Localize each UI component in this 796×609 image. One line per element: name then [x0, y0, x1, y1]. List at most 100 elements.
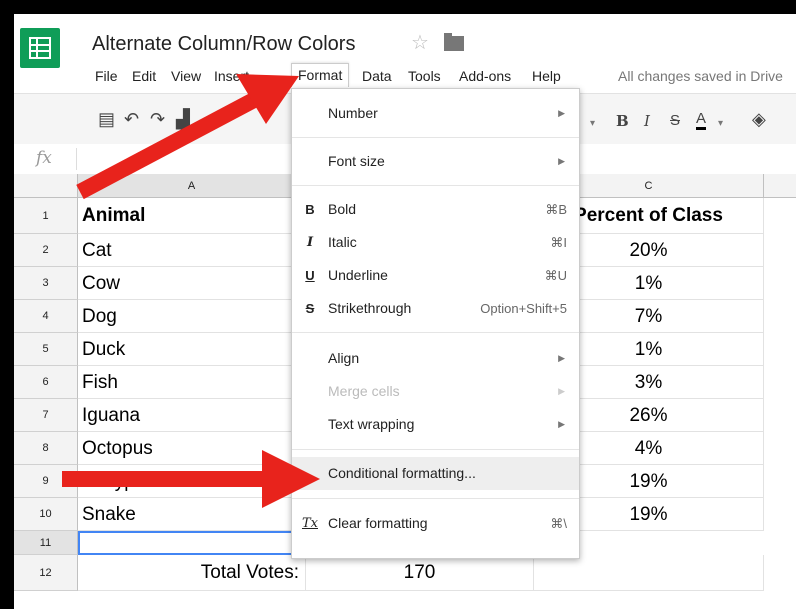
row-header-5[interactable]: 5	[14, 333, 78, 366]
shortcut-label: ⌘U	[544, 268, 567, 283]
paint-format-icon[interactable]: ▟	[176, 109, 190, 129]
strikethrough-button[interactable]: S	[670, 111, 680, 131]
column-header-a[interactable]: A	[78, 174, 306, 198]
menu-item-label: Strikethrough	[328, 300, 412, 316]
cell-a12[interactable]: Total Votes:	[78, 555, 306, 591]
submenu-arrow-icon: ▶	[558, 386, 565, 396]
row-header-3[interactable]: 3	[14, 267, 78, 300]
shortcut-label: ⌘B	[545, 202, 567, 217]
menu-item-clear-formatting[interactable]: Tx Clear formatting ⌘\	[292, 507, 579, 540]
menu-tools[interactable]: Tools	[402, 65, 447, 87]
cell-a3[interactable]: Cow	[78, 267, 306, 300]
submenu-arrow-icon: ▶	[558, 108, 565, 118]
submenu-arrow-icon: ▶	[558, 353, 565, 363]
menu-item-conditional-formatting[interactable]: Conditional formatting...	[292, 457, 579, 490]
format-menu-dropdown: Number ▶ Font size ▶ B Bold ⌘B I Italic …	[291, 88, 580, 559]
cell-a10[interactable]: Snake	[78, 498, 306, 531]
sheets-logo-icon[interactable]	[20, 28, 60, 68]
row-header-1[interactable]: 1	[14, 198, 78, 234]
formula-bar-divider	[76, 148, 77, 170]
fill-color-icon[interactable]: ◈	[752, 109, 766, 129]
font-size-dropdown-icon[interactable]: ▾	[590, 114, 595, 134]
menu-addons[interactable]: Add-ons	[453, 65, 517, 87]
menu-item-bold[interactable]: B Bold ⌘B	[292, 193, 579, 226]
shortcut-label: Option+Shift+5	[480, 301, 567, 316]
undo-icon[interactable]: ↶	[124, 109, 139, 129]
shortcut-label: ⌘I	[550, 235, 567, 250]
menu-insert[interactable]: Insert	[208, 65, 255, 87]
cell-a1[interactable]: Animal	[78, 198, 306, 234]
print-icon[interactable]: ▤	[98, 109, 115, 129]
cell-a11-selected[interactable]	[78, 531, 306, 555]
bold-icon: B	[305, 202, 315, 217]
italic-icon: I	[306, 235, 314, 250]
row-header-4[interactable]: 4	[14, 300, 78, 333]
strikethrough-icon: S	[305, 301, 315, 316]
fx-icon: fx	[36, 148, 52, 168]
menu-item-italic[interactable]: I Italic ⌘I	[292, 226, 579, 259]
menu-item-label: Conditional formatting...	[328, 465, 476, 481]
menu-item-text-wrapping[interactable]: Text wrapping ▶	[292, 408, 579, 441]
cell-a2[interactable]: Cat	[78, 234, 306, 267]
cell-b12[interactable]: 170	[306, 555, 534, 591]
menu-item-label: Font size	[328, 153, 385, 169]
cell-a5[interactable]: Duck	[78, 333, 306, 366]
menu-format[interactable]: Format	[291, 63, 350, 87]
text-color-dropdown-icon[interactable]: ▾	[718, 114, 723, 134]
menu-item-label: Text wrapping	[328, 416, 415, 432]
menu-help[interactable]: Help	[526, 65, 567, 87]
menu-item-label: Clear formatting	[328, 515, 428, 531]
row-header-9[interactable]: 9	[14, 465, 78, 498]
menu-item-label: Number	[328, 105, 378, 121]
bold-button[interactable]: B	[616, 111, 629, 131]
cell-a8[interactable]: Octopus	[78, 432, 306, 465]
clear-formatting-icon: Tx	[301, 516, 318, 531]
row-header-6[interactable]: 6	[14, 366, 78, 399]
menu-divider	[292, 332, 579, 333]
menu-item-underline[interactable]: U Underline ⌘U	[292, 259, 579, 292]
menu-divider	[292, 449, 579, 450]
row-header-8[interactable]: 8	[14, 432, 78, 465]
column-header-d[interactable]	[764, 174, 796, 198]
cell-a7[interactable]: Iguana	[78, 399, 306, 432]
menu-edit[interactable]: Edit	[126, 65, 162, 87]
menu-divider	[292, 498, 579, 499]
menu-data[interactable]: Data	[356, 65, 398, 87]
menu-item-label: Underline	[328, 267, 388, 283]
menu-file[interactable]: File	[89, 65, 124, 87]
row-header-10[interactable]: 10	[14, 498, 78, 531]
cell-c12[interactable]	[534, 555, 764, 591]
menu-item-label: Align	[328, 350, 360, 366]
italic-button[interactable]: I	[644, 111, 650, 131]
menu-item-strikethrough[interactable]: S Strikethrough Option+Shift+5	[292, 292, 579, 325]
menu-item-number[interactable]: Number ▶	[292, 97, 579, 130]
cell-a9[interactable]: Platypus	[78, 465, 306, 498]
row-header-11[interactable]: 11	[14, 531, 78, 555]
submenu-arrow-icon: ▶	[558, 419, 565, 429]
submenu-arrow-icon: ▶	[558, 156, 565, 166]
row-header-7[interactable]: 7	[14, 399, 78, 432]
menu-divider	[292, 185, 579, 186]
cell-a6[interactable]: Fish	[78, 366, 306, 399]
menu-item-font-size[interactable]: Font size ▶	[292, 145, 579, 178]
shortcut-label: ⌘\	[550, 516, 567, 531]
menu-item-label: Bold	[328, 201, 357, 217]
menu-item-label: Italic	[328, 234, 357, 250]
redo-icon[interactable]: ↷	[150, 109, 165, 129]
menu-item-align[interactable]: Align ▶	[292, 342, 579, 375]
document-title[interactable]: Alternate Column/Row Colors	[92, 33, 355, 56]
star-icon[interactable]: ☆	[411, 33, 429, 53]
underline-icon: U	[305, 268, 315, 283]
row-header-12[interactable]: 12	[14, 555, 78, 591]
save-status[interactable]: All changes saved in Drive	[618, 65, 783, 87]
folder-icon[interactable]	[444, 33, 464, 51]
menu-divider	[292, 137, 579, 138]
menu-item-merge-cells: Merge cells ▶	[292, 375, 579, 408]
cell-a4[interactable]: Dog	[78, 300, 306, 333]
menu-view[interactable]: View	[165, 65, 207, 87]
row-header-2[interactable]: 2	[14, 234, 78, 267]
text-color-button[interactable]: A	[696, 110, 707, 130]
select-all-corner[interactable]	[14, 174, 78, 198]
sheets-window: Alternate Column/Row Colors ☆ File Edit …	[14, 14, 796, 609]
menu-item-label: Merge cells	[328, 383, 400, 399]
